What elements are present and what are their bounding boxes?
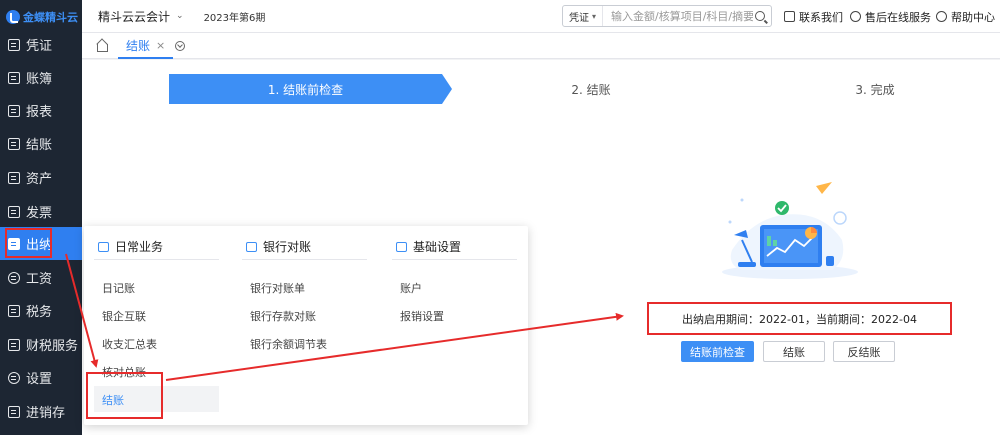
home-icon[interactable] [96, 40, 108, 52]
report-icon [8, 104, 20, 117]
bank-reconcile-icon [246, 241, 257, 252]
daily-business-icon [98, 241, 109, 252]
step-closing: 2. 结账 [571, 82, 611, 97]
invoice-icon [8, 205, 20, 218]
ledger-icon [8, 71, 20, 84]
voucher-icon [8, 38, 20, 51]
logo-icon [6, 9, 20, 24]
contact-icon [784, 11, 795, 22]
sidebar-item-ledger[interactable]: 账簿 [0, 61, 82, 94]
topbar: 精斗云云会计 ⌄ 2023年第6期 凭证 ▾ 联系我们 售后在线服务 帮助中心 [82, 0, 1000, 33]
sidebar-item-reports[interactable]: 报表 [0, 94, 82, 127]
tab-closing[interactable]: 结账 × [118, 33, 174, 59]
menu-group-daily: 日常业务 [94, 234, 219, 260]
finance-service-icon [8, 338, 20, 351]
current-period: 2023年第6期 [203, 12, 266, 24]
menu-item-bank-statement[interactable]: 银行对账单 [250, 280, 305, 296]
tax-icon [8, 304, 20, 317]
chevron-down-icon: ▾ [592, 11, 597, 21]
reverse-close-button[interactable]: 反结账 [833, 341, 895, 362]
basic-settings-icon [396, 241, 407, 252]
search-input[interactable] [603, 9, 754, 23]
sidebar: 金蝶精斗云 凭证 账簿 报表 结账 资产 发票 出纳 工资 税务 财税服务 设置… [0, 0, 82, 435]
salary-icon [8, 271, 20, 284]
menu-item-bank-balance-adjustment[interactable]: 银行余额调节表 [250, 336, 327, 352]
sidebar-item-voucher[interactable]: 凭证 [0, 28, 82, 61]
step-precheck: 1. 结账前检查 [169, 74, 442, 104]
menu-item-journal[interactable]: 日记账 [102, 280, 135, 296]
chevron-down-icon: ⌄ [176, 11, 184, 21]
menu-item-accounts[interactable]: 账户 [400, 280, 422, 296]
period-info: 出纳启用期间：2022-01，当前期间：2022-04 [647, 302, 952, 335]
menu-group-basic-settings: 基础设置 [392, 234, 517, 260]
sidebar-item-closing[interactable]: 结账 [0, 127, 82, 160]
assets-icon [8, 171, 20, 184]
step-arrow [442, 74, 452, 104]
closing-illustration [722, 182, 858, 279]
precheck-button[interactable]: 结账前检查 [681, 341, 754, 362]
close-icon[interactable]: × [156, 39, 165, 52]
tab-bar: 结账 × [82, 33, 1000, 59]
contact-us-link[interactable]: 联系我们 [784, 0, 843, 33]
settings-icon [8, 371, 20, 384]
tab-more-icon[interactable] [175, 41, 185, 51]
sidebar-item-salary[interactable]: 工资 [0, 261, 82, 294]
annotation-box-cashier [5, 228, 52, 258]
step-complete: 3. 完成 [855, 82, 895, 97]
global-search: 凭证 ▾ [562, 5, 772, 27]
close-period-button[interactable]: 结账 [763, 341, 825, 362]
help-icon [936, 11, 947, 22]
menu-item-reimbursement-settings[interactable]: 报销设置 [400, 308, 444, 324]
menu-item-bank-deposit-reconcile[interactable]: 银行存款对账 [250, 308, 316, 324]
sidebar-item-tax[interactable]: 税务 [0, 294, 82, 327]
sidebar-item-finance-service[interactable]: 财税服务 [0, 328, 82, 361]
sidebar-item-inventory[interactable]: 进销存 [0, 395, 82, 428]
inventory-icon [8, 405, 20, 418]
help-center-link[interactable]: 帮助中心 [936, 0, 995, 33]
sidebar-item-invoice[interactable]: 发票 [0, 195, 82, 228]
menu-item-income-expense-summary[interactable]: 收支汇总表 [102, 336, 157, 352]
menu-group-bank-reconcile: 银行对账 [242, 234, 367, 260]
closing-icon [8, 137, 20, 150]
sidebar-item-assets[interactable]: 资产 [0, 161, 82, 194]
headset-icon [850, 11, 861, 22]
logo-text: 金蝶精斗云 [23, 10, 78, 24]
annotation-box-closing [86, 372, 163, 419]
menu-item-bank-enterprise-link[interactable]: 银企互联 [102, 308, 146, 324]
sidebar-item-settings[interactable]: 设置 [0, 361, 82, 394]
search-type-select[interactable]: 凭证 ▾ [563, 6, 604, 26]
company-selector[interactable]: 精斗云云会计 ⌄ [98, 8, 184, 25]
after-sales-link[interactable]: 售后在线服务 [850, 0, 931, 33]
search-icon[interactable] [755, 11, 766, 21]
